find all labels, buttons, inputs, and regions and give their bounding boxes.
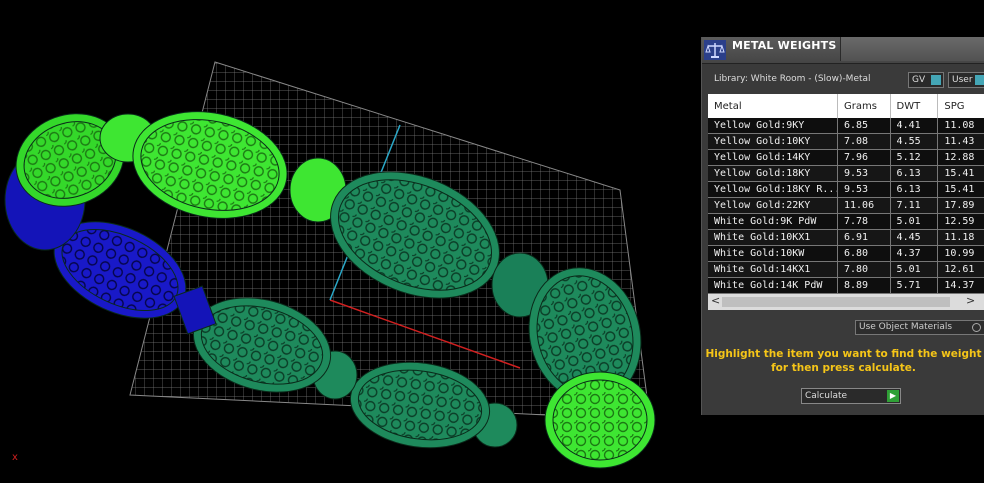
cell-grams: 6.85 (837, 118, 891, 134)
cell-metal: White Gold:10KW (708, 245, 838, 262)
cell-grams: 9.53 (837, 181, 891, 198)
3d-viewport[interactable]: x (0, 0, 700, 479)
cell-dwt: 6.13 (890, 181, 939, 198)
instruction-text: Highlight the item you want to find the … (702, 347, 984, 375)
use-object-materials-toggle[interactable]: Use Object Materials (855, 320, 984, 335)
cell-dwt: 5.71 (890, 277, 939, 294)
table-header-row: Metal Grams DWT SPG (708, 94, 984, 118)
cell-spg: 12.61 (937, 261, 984, 278)
scroll-right-icon[interactable]: > (966, 294, 975, 307)
cell-spg: 12.88 (937, 149, 984, 166)
cell-metal: Yellow Gold:10KY (708, 133, 838, 150)
gv-indicator-icon (931, 75, 941, 85)
cell-metal: White Gold:9K PdW (708, 213, 838, 230)
ring-scene: x (4, 61, 656, 469)
cell-spg: 14.37 (937, 277, 984, 294)
table-row[interactable]: Yellow Gold:18KY R... 9.53 6.13 15.41 (708, 181, 984, 198)
library-label: Library: White Room - (Slow)-Metal (714, 74, 871, 84)
cell-spg: 11.08 (937, 118, 984, 134)
cell-grams: 9.53 (837, 165, 891, 182)
cell-spg: 15.41 (937, 181, 984, 198)
cell-metal: Yellow Gold:14KY (708, 149, 838, 166)
cell-spg: 10.99 (937, 245, 984, 262)
user-toggle[interactable]: User (948, 72, 984, 88)
cell-spg: 15.41 (937, 165, 984, 182)
cell-grams: 7.08 (837, 133, 891, 150)
cell-metal: White Gold:14KX1 (708, 261, 838, 278)
cell-metal: Yellow Gold:18KY R... (708, 181, 838, 198)
cell-metal: Yellow Gold:22KY (708, 197, 838, 214)
table-row[interactable]: White Gold:9K PdW 7.78 5.01 12.59 (708, 213, 984, 230)
user-indicator-icon (975, 75, 984, 85)
cell-dwt: 4.41 (890, 118, 939, 134)
radio-icon (972, 323, 981, 332)
user-label: User (952, 75, 973, 85)
calculate-label: Calculate (805, 391, 848, 401)
cell-dwt: 5.01 (890, 261, 939, 278)
column-header-metal[interactable]: Metal (708, 94, 838, 118)
table-row[interactable]: Yellow Gold:9KY 6.85 4.41 11.08 (708, 118, 984, 134)
cell-spg: 17.89 (937, 197, 984, 214)
axis-x-label: x (12, 452, 18, 463)
cell-dwt: 4.45 (890, 229, 939, 246)
horizontal-scrollbar[interactable]: < > (708, 294, 984, 310)
metal-table[interactable]: Metal Grams DWT SPG Yellow Gold:9KY 6.85 4… (708, 94, 984, 294)
cell-grams: 6.91 (837, 229, 891, 246)
table-row[interactable]: Yellow Gold:18KY 9.53 6.13 15.41 (708, 165, 984, 182)
calculate-button[interactable]: Calculate ▶ (801, 388, 901, 404)
cell-grams: 7.78 (837, 213, 891, 230)
cell-grams: 8.89 (837, 277, 891, 294)
scale-icon (704, 40, 726, 60)
cell-grams: 6.80 (837, 245, 891, 262)
cell-metal: White Gold:14K PdW (708, 277, 838, 294)
table-row[interactable]: Yellow Gold:10KY 7.08 4.55 11.43 (708, 133, 984, 150)
column-header-spg[interactable]: SPG (937, 94, 984, 118)
cell-metal: Yellow Gold:9KY (708, 118, 838, 134)
table-row[interactable]: Yellow Gold:22KY 11.06 7.11 17.89 (708, 197, 984, 214)
panel-titlebar[interactable]: METAL WEIGHTS (702, 37, 984, 64)
scrollbar-thumb[interactable] (722, 297, 950, 307)
hint-line-1: Highlight the item you want to find the … (705, 348, 982, 360)
titlebar-extension (840, 37, 984, 61)
table-row[interactable]: White Gold:14KX1 7.80 5.01 12.61 (708, 261, 984, 278)
cell-metal: White Gold:10KX1 (708, 229, 838, 246)
cell-dwt: 6.13 (890, 165, 939, 182)
column-header-dwt[interactable]: DWT (890, 94, 939, 118)
cell-dwt: 4.55 (890, 133, 939, 150)
table-row[interactable]: White Gold:10KW 6.80 4.37 10.99 (708, 245, 984, 262)
table-row[interactable]: White Gold:14K PdW 8.89 5.71 14.37 (708, 277, 984, 294)
table-row[interactable]: Yellow Gold:14KY 7.96 5.12 12.88 (708, 149, 984, 166)
cell-grams: 7.80 (837, 261, 891, 278)
cell-spg: 12.59 (937, 213, 984, 230)
gv-toggle[interactable]: GV (908, 72, 944, 88)
cell-dwt: 4.37 (890, 245, 939, 262)
cell-dwt: 7.11 (890, 197, 939, 214)
cell-grams: 7.96 (837, 149, 891, 166)
scroll-left-icon[interactable]: < (711, 294, 720, 307)
hint-line-2: for then press calculate. (771, 362, 916, 374)
cell-spg: 11.18 (937, 229, 984, 246)
metal-weights-panel: METAL WEIGHTS Library: White Room - (Slo… (701, 37, 984, 415)
cell-dwt: 5.01 (890, 213, 939, 230)
play-icon: ▶ (887, 390, 899, 402)
panel-title: METAL WEIGHTS (732, 39, 837, 52)
table-row[interactable]: White Gold:10KX1 6.91 4.45 11.18 (708, 229, 984, 246)
cell-dwt: 5.12 (890, 149, 939, 166)
cell-metal: Yellow Gold:18KY (708, 165, 838, 182)
column-header-grams[interactable]: Grams (837, 94, 891, 118)
cell-grams: 11.06 (837, 197, 891, 214)
cell-spg: 11.43 (937, 133, 984, 150)
use-object-materials-label: Use Object Materials (859, 322, 953, 332)
gv-label: GV (912, 75, 926, 85)
